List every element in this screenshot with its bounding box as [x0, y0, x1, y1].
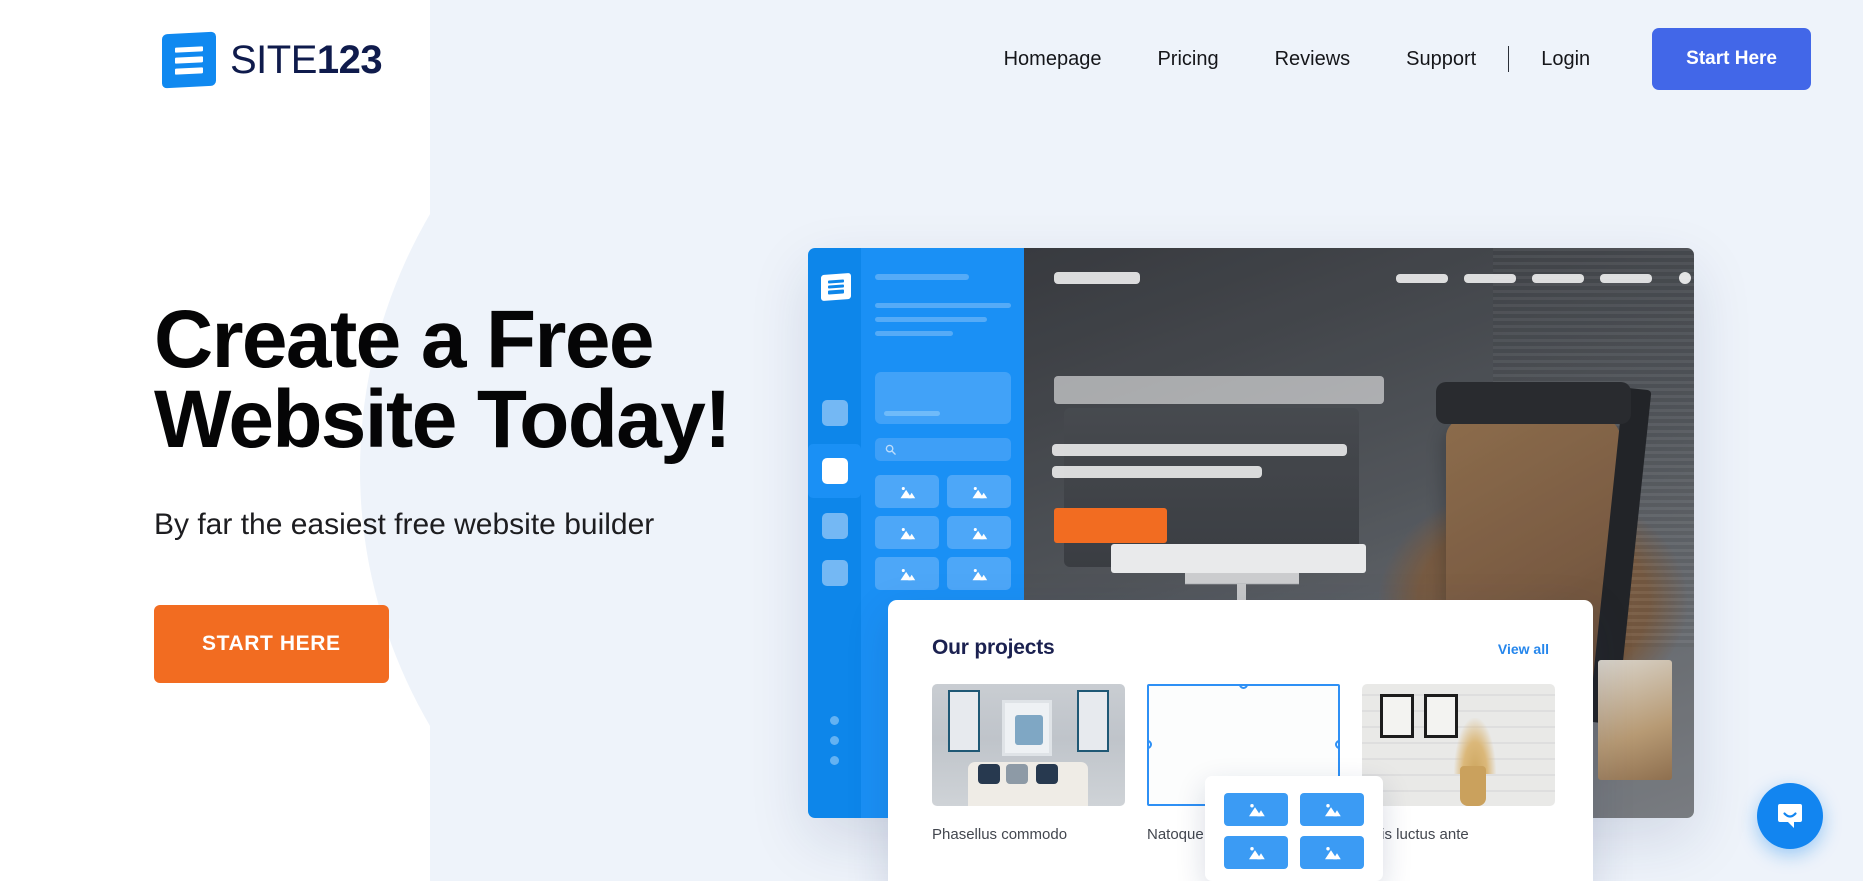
site-header: SITE123 Homepage Pricing Reviews Support… — [0, 0, 1863, 120]
projects-title: Our projects — [932, 636, 1055, 659]
nav-divider — [1508, 46, 1510, 72]
project-caption: culis luctus ante — [1362, 826, 1469, 843]
nav-item-pricing[interactable]: Pricing — [1129, 29, 1246, 89]
editor-sidebar-rail — [808, 248, 861, 818]
preview-nav-pill — [1600, 274, 1652, 283]
image-placeholder-tile[interactable] — [947, 475, 1011, 508]
hero-title-line-2: Website Today! — [154, 373, 732, 465]
site-logo[interactable]: SITE123 — [162, 31, 383, 89]
project-caption: Phasellus commodo — [932, 826, 1068, 843]
rail-button-4[interactable] — [822, 560, 848, 586]
panel-card-label — [884, 411, 940, 416]
logo-word-123: 123 — [316, 38, 383, 82]
panel-skeleton-line — [875, 303, 1011, 308]
header-start-here-button[interactable]: Start Here — [1652, 28, 1811, 90]
panel-skeleton-title — [875, 274, 969, 280]
image-placeholder-icon — [972, 527, 987, 539]
search-input[interactable] — [875, 438, 1011, 461]
project-item[interactable]: Phasellus commodo — [932, 684, 1125, 843]
nav-item-homepage[interactable]: Homepage — [976, 29, 1130, 89]
image-placeholder-tile[interactable] — [1300, 793, 1364, 826]
projects-card-header: Our projects View all — [932, 636, 1549, 660]
rail-button-2-active[interactable] — [822, 458, 848, 484]
image-picker-popup — [1205, 776, 1383, 881]
page-root: SITE123 Homepage Pricing Reviews Support… — [0, 0, 1863, 881]
panel-tile-grid — [875, 475, 1011, 590]
main-navigation: Homepage Pricing Reviews Support Login S… — [976, 28, 1863, 90]
hero-title-line-1: Create a Free — [154, 294, 654, 385]
resize-handle-top[interactable] — [1238, 686, 1248, 689]
hero-content: Create a Free Website Today! By far the … — [154, 299, 814, 683]
panel-preview-card[interactable] — [875, 372, 1011, 424]
view-all-link[interactable]: View all — [1498, 641, 1549, 657]
preview-nav-pill — [1532, 274, 1584, 283]
project-item[interactable]: culis luctus ante — [1362, 684, 1555, 843]
logo-wordmark: SITE123 — [230, 38, 383, 82]
search-icon — [885, 444, 896, 455]
image-placeholder-tile[interactable] — [875, 516, 939, 549]
more-dots-icon[interactable] — [830, 716, 839, 776]
preview-logo-placeholder — [1054, 272, 1140, 284]
preview-nav-pill — [1464, 274, 1516, 283]
image-placeholder-tile[interactable] — [875, 475, 939, 508]
image-placeholder-icon — [1248, 804, 1265, 817]
chat-widget-button[interactable] — [1757, 783, 1823, 849]
nav-item-support[interactable]: Support — [1378, 29, 1504, 89]
project-thumbnail[interactable] — [932, 684, 1125, 806]
rail-button-1[interactable] — [822, 400, 848, 426]
image-placeholder-tile[interactable] — [1224, 793, 1288, 826]
image-placeholder-tile[interactable] — [1224, 836, 1288, 869]
image-placeholder-icon — [1248, 847, 1265, 860]
nav-item-reviews[interactable]: Reviews — [1247, 29, 1379, 89]
preview-heading-placeholder — [1054, 376, 1384, 404]
image-placeholder-tile[interactable] — [947, 557, 1011, 590]
image-placeholder-tile[interactable] — [1300, 836, 1364, 869]
preview-cta-placeholder[interactable] — [1054, 508, 1167, 543]
image-placeholder-icon — [1324, 847, 1341, 860]
hero-start-here-button[interactable]: START HERE — [154, 604, 389, 683]
preview-text-placeholder — [1052, 444, 1347, 456]
hero-subtitle: By far the easiest free website builder — [154, 508, 655, 542]
site123-logo-icon — [821, 272, 851, 302]
panel-skeleton-line — [875, 317, 987, 322]
preview-window-dot — [1679, 272, 1691, 284]
site123-logo-icon — [162, 31, 216, 89]
image-placeholder-tile[interactable] — [875, 557, 939, 590]
image-placeholder-icon — [900, 527, 915, 539]
image-placeholder-icon — [900, 568, 915, 580]
image-placeholder-icon — [900, 486, 915, 498]
image-placeholder-icon — [972, 568, 987, 580]
resize-handle-right[interactable] — [1335, 740, 1338, 749]
preview-text-placeholder — [1052, 466, 1262, 478]
hero-title: Create a Free Website Today! — [154, 299, 814, 461]
logo-word-site: SITE — [230, 38, 317, 82]
rail-button-3[interactable] — [822, 513, 848, 539]
resize-handle-left[interactable] — [1149, 740, 1152, 749]
partial-project-thumbnail — [1598, 660, 1672, 780]
preview-nav-pill — [1396, 274, 1448, 283]
nav-item-login[interactable]: Login — [1513, 29, 1618, 89]
panel-skeleton-line — [875, 331, 953, 336]
image-placeholder-tile[interactable] — [947, 516, 1011, 549]
image-placeholder-icon — [1324, 804, 1341, 817]
project-thumbnail[interactable] — [1362, 684, 1555, 806]
image-placeholder-icon — [972, 486, 987, 498]
chat-bubble-smile-icon — [1778, 804, 1802, 828]
